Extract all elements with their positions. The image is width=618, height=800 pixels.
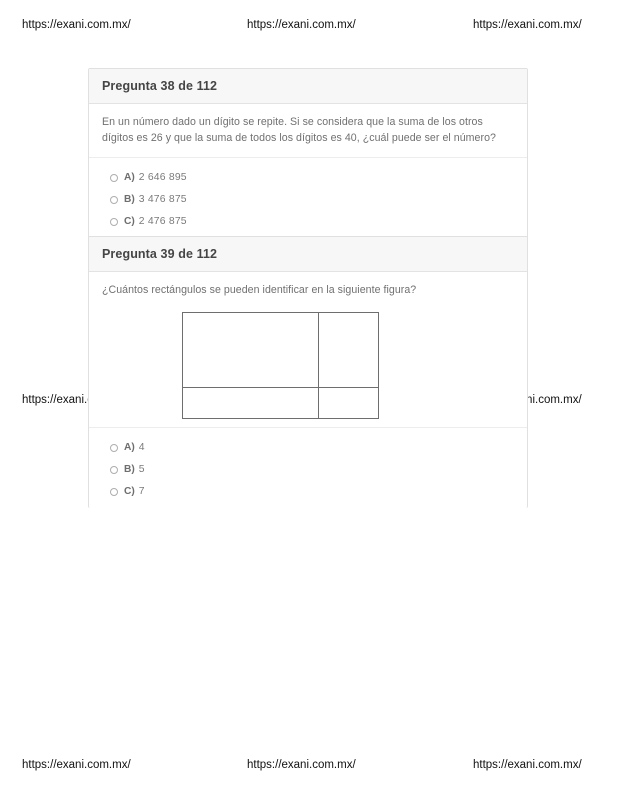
option-row[interactable]: C) 2 476 875 [89, 211, 527, 233]
radio-icon[interactable] [110, 443, 118, 452]
option-letter: B) [124, 463, 135, 475]
option-value: 2 646 895 [138, 172, 187, 183]
question-card-39: Pregunta 39 de 112 ¿Cuántos rectángulos … [88, 236, 528, 508]
question-header-title: Pregunta 38 de 112 [102, 79, 218, 93]
option-row[interactable]: B) 5 [89, 459, 527, 481]
watermark-text: https://exani.com.mx/ [473, 759, 582, 771]
option-value: 2 476 875 [138, 216, 187, 227]
question-body: ¿Cuántos rectángulos se pueden identific… [89, 272, 527, 427]
question-header: Pregunta 39 de 112 [89, 237, 527, 272]
watermark-text: https://exani.com.mx/ [22, 19, 131, 31]
figure-vertical-divider [318, 312, 319, 418]
question-header-title: Pregunta 39 de 112 [102, 247, 218, 261]
watermark-text: https://exani.com.mx/ [473, 19, 582, 31]
watermark-text: https://exani.com.mx/ [247, 759, 356, 771]
question-body: En un número dado un dígito se repite. S… [89, 104, 527, 146]
option-row[interactable]: B) 3 476 875 [89, 189, 527, 211]
radio-icon[interactable] [110, 465, 118, 474]
option-letter: C) [124, 485, 135, 497]
radio-icon[interactable] [110, 218, 118, 226]
watermark-text: https://exani.com.mx/ [22, 759, 131, 771]
watermark-text: https://exani.com.mx/ [247, 19, 356, 31]
question-header: Pregunta 38 de 112 [89, 69, 527, 104]
question-text: En un número dado un dígito se repite. S… [102, 116, 496, 144]
option-value: 7 [138, 485, 145, 497]
option-row[interactable]: C) 7 [89, 481, 527, 503]
option-value: 5 [138, 463, 145, 475]
option-letter: B) [124, 194, 135, 205]
option-value: 4 [138, 441, 145, 453]
radio-icon[interactable] [110, 196, 118, 204]
option-letter: A) [124, 441, 135, 453]
option-row[interactable]: A) 2 646 895 [89, 167, 527, 189]
figure-wrap [102, 310, 513, 427]
options-list: A) 4 B) 5 C) 7 D) 9 [89, 428, 527, 509]
radio-icon[interactable] [110, 174, 118, 182]
figure-horizontal-divider [183, 386, 378, 388]
option-value: 3 476 875 [138, 194, 187, 205]
option-letter: A) [124, 172, 135, 183]
radio-icon[interactable] [110, 487, 118, 496]
option-letter: D) [124, 507, 135, 509]
question-text: ¿Cuántos rectángulos se pueden identific… [102, 284, 417, 296]
option-row[interactable]: D) 9 [89, 503, 527, 509]
option-letter: C) [124, 216, 135, 227]
option-row[interactable]: A) 4 [89, 437, 527, 459]
divided-rectangle-figure [182, 311, 379, 419]
option-value: 9 [139, 507, 145, 509]
